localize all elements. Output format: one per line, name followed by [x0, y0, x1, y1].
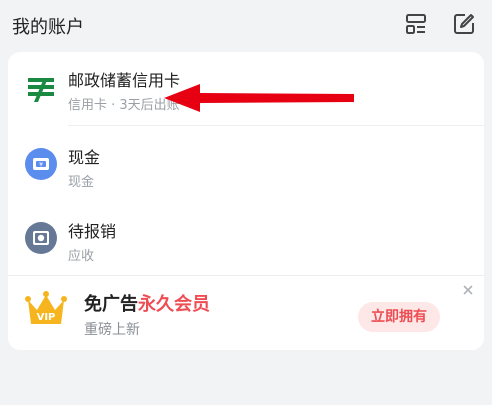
- vip-crown-icon: VIP: [24, 290, 68, 330]
- edit-icon[interactable]: [452, 12, 476, 36]
- vip-promo[interactable]: VIP 免广告永久会员 重磅上新 立即拥有: [8, 276, 484, 350]
- postal-bank-icon: [24, 72, 58, 106]
- promo-title: 免广告永久会员: [84, 290, 210, 316]
- account-row-cash[interactable]: ¥ 现金 现金: [8, 126, 484, 201]
- layout-icon[interactable]: [404, 12, 428, 36]
- promo-subtitle: 重磅上新: [84, 322, 140, 338]
- cash-icon: ¥: [24, 147, 58, 181]
- header: 我的账户: [0, 0, 492, 50]
- close-icon[interactable]: [460, 282, 476, 298]
- red-arrow-annotation: [160, 80, 360, 116]
- account-sub: 现金: [68, 175, 95, 190]
- account-sub: 应收: [68, 249, 95, 264]
- promo-title-highlight: 永久会员: [138, 294, 210, 315]
- page-title: 我的账户: [12, 17, 84, 38]
- promo-cta-button[interactable]: 立即拥有: [358, 302, 440, 332]
- account-row-reimburse[interactable]: 待报销 应收: [8, 201, 484, 275]
- account-name: 待报销: [68, 222, 117, 241]
- promo-title-prefix: 免广告: [84, 294, 138, 315]
- reimburse-icon: [24, 221, 58, 255]
- account-name: 现金: [68, 148, 101, 167]
- svg-text:¥: ¥: [39, 162, 43, 169]
- svg-text:VIP: VIP: [37, 312, 56, 323]
